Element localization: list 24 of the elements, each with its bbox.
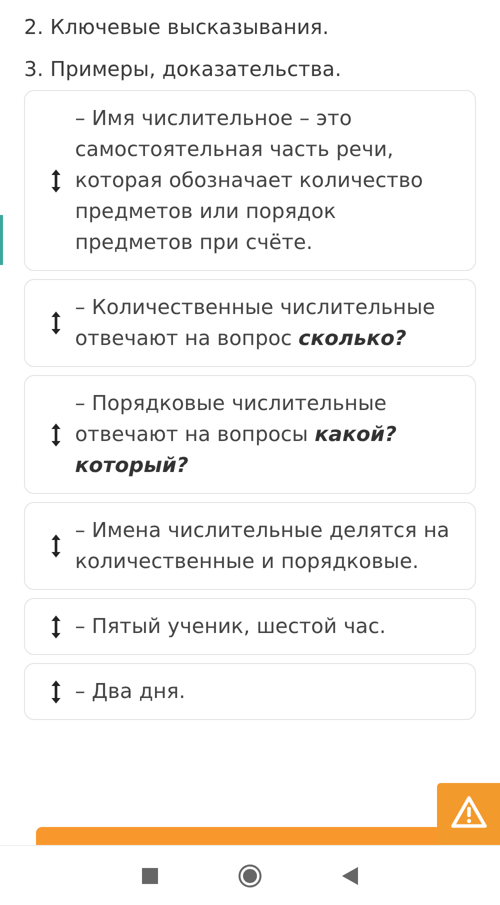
- item-text: – Имена числительные делятся на количественные и порядковые.: [75, 517, 450, 575]
- drag-handle-icon[interactable]: [51, 311, 61, 335]
- drag-handle-icon[interactable]: [51, 422, 61, 446]
- drag-handle-icon[interactable]: [51, 168, 61, 192]
- warning-icon: [450, 795, 488, 829]
- item-text: – Количественные числительные отвечают на вопрос сколько?: [75, 294, 436, 352]
- draggable-item[interactable]: – Количественные числительные отвечают на вопрос сколько?: [24, 279, 476, 367]
- draggable-item[interactable]: – Порядковые числительные отвечают на вопросы какой? который?: [24, 375, 476, 494]
- draggable-item[interactable]: – Имена числительные делятся на количественные и порядковые.: [24, 502, 476, 590]
- draggable-item[interactable]: – Два дня.: [24, 663, 476, 720]
- draggable-item[interactable]: – Имя числительное – это самостоятельная часть речи, которая обозначает количество предметов или порядок предметов при счёте.: [24, 90, 476, 271]
- section-heading: 3. Примеры, доказательства.: [23, 56, 342, 82]
- drag-handle-icon[interactable]: [51, 614, 61, 638]
- draggable-item[interactable]: – Пятый ученик, шестой час.: [24, 598, 476, 655]
- drag-handle-icon[interactable]: [51, 534, 61, 558]
- home-icon[interactable]: [238, 864, 262, 888]
- drag-handle-icon[interactable]: [51, 680, 61, 704]
- item-text: – Имя числительное – это самостоятельная часть речи, которая обозначает количество предметов или порядок предметов при счёте.: [75, 105, 424, 256]
- item-text: – Пятый ученик, шестой час.: [75, 613, 386, 640]
- item-text: – Порядковые числительные отвечают на вопросы какой? который?: [75, 390, 398, 479]
- section-heading: 2. Ключевые высказывания.: [23, 14, 330, 40]
- back-icon[interactable]: [342, 866, 358, 884]
- item-text: – Два дня.: [75, 678, 186, 705]
- recent-apps-icon[interactable]: [142, 868, 158, 884]
